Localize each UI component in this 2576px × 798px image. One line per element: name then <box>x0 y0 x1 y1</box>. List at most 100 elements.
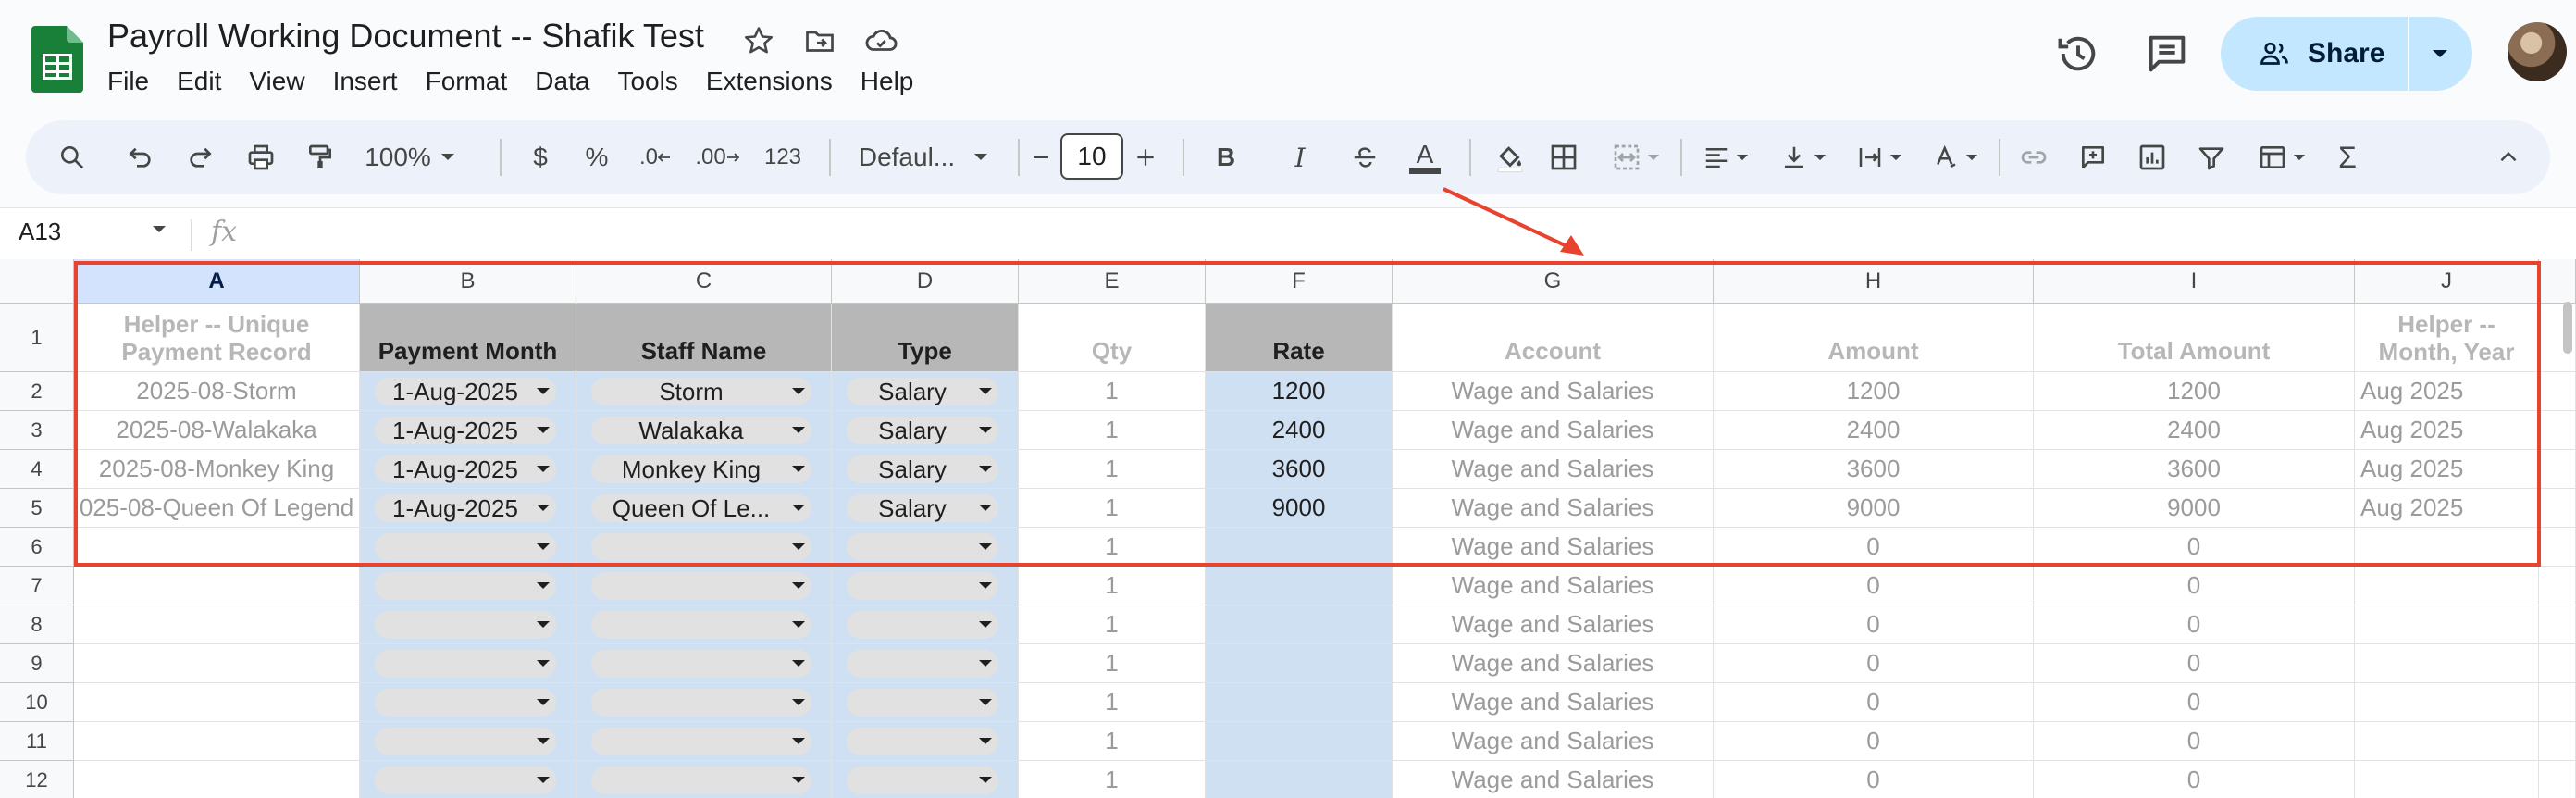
cell-a10[interactable] <box>74 683 360 722</box>
fill-color-icon[interactable] <box>1484 120 1536 194</box>
cell-h3[interactable]: 2400 <box>1714 411 2034 450</box>
dropdown-chip[interactable] <box>375 650 556 678</box>
more-formats-button[interactable]: 123 <box>753 120 812 194</box>
user-avatar[interactable] <box>2508 22 2567 81</box>
comments-icon[interactable] <box>2143 30 2191 78</box>
cell-f12[interactable] <box>1206 761 1393 798</box>
vertical-scrollbar[interactable] <box>2563 302 2572 354</box>
cell-c9[interactable] <box>576 644 832 683</box>
cell-g9[interactable]: Wage and Salaries <box>1393 644 1714 683</box>
cell-g2[interactable]: Wage and Salaries <box>1393 372 1714 411</box>
italic-button[interactable]: I <box>1277 120 1323 194</box>
cell-j7[interactable] <box>2355 567 2539 605</box>
cell-c5[interactable]: Queen Of Le... <box>576 489 832 528</box>
cell-e4[interactable]: 1 <box>1019 450 1206 489</box>
column-header-c[interactable]: C <box>576 259 832 304</box>
cell-e7[interactable]: 1 <box>1019 567 1206 605</box>
name-box[interactable]: A13 <box>19 218 61 246</box>
dropdown-chip[interactable] <box>375 533 556 561</box>
share-dropdown-button[interactable] <box>2409 17 2471 91</box>
row-header-12[interactable]: 12 <box>0 761 74 798</box>
menu-format[interactable]: Format <box>426 65 522 98</box>
increase-font-size-icon[interactable] <box>1127 120 1164 194</box>
cell-h6[interactable]: 0 <box>1714 528 2034 567</box>
dropdown-chip[interactable]: Salary <box>847 378 998 405</box>
dropdown-chip[interactable]: Walakaka <box>591 417 811 444</box>
column-header-a[interactable]: A <box>74 259 360 304</box>
cell-c11[interactable] <box>576 722 832 761</box>
cell-g6[interactable]: Wage and Salaries <box>1393 528 1714 567</box>
cell-g4[interactable]: Wage and Salaries <box>1393 450 1714 489</box>
cell-c10[interactable] <box>576 683 832 722</box>
cell-d8[interactable] <box>832 605 1019 644</box>
column-header-g[interactable]: G <box>1393 259 1714 304</box>
cell-d9[interactable] <box>832 644 1019 683</box>
cell-b7[interactable] <box>360 567 576 605</box>
cell-j4[interactable]: Aug 2025 <box>2355 450 2539 489</box>
percent-format-button[interactable]: % <box>574 120 620 194</box>
cell-b9[interactable] <box>360 644 576 683</box>
cell-h5[interactable]: 9000 <box>1714 489 2034 528</box>
row-header-6[interactable]: 6 <box>0 528 74 567</box>
cell-i9[interactable]: 0 <box>2034 644 2355 683</box>
cell-j10[interactable] <box>2355 683 2539 722</box>
strikethrough-icon[interactable] <box>1340 120 1390 194</box>
cell-d6[interactable] <box>832 528 1019 567</box>
cell-j6[interactable] <box>2355 528 2539 567</box>
cell-b12[interactable] <box>360 761 576 798</box>
row-header-1[interactable]: 1 <box>0 304 74 372</box>
insert-comment-icon[interactable] <box>2067 120 2119 194</box>
cell-c7[interactable] <box>576 567 832 605</box>
cell-e11[interactable]: 1 <box>1019 722 1206 761</box>
header-cell-d[interactable]: Type <box>832 304 1019 372</box>
header-cell-c[interactable]: Staff Name <box>576 304 832 372</box>
dropdown-chip[interactable] <box>847 611 998 639</box>
cell-h2[interactable]: 1200 <box>1714 372 2034 411</box>
search-menus-icon[interactable] <box>46 120 98 194</box>
cell-g8[interactable]: Wage and Salaries <box>1393 605 1714 644</box>
font-size-input[interactable]: 10 <box>1060 133 1123 180</box>
dropdown-chip[interactable] <box>375 611 556 639</box>
cell-j9[interactable] <box>2355 644 2539 683</box>
cell-i12[interactable]: 0 <box>2034 761 2355 798</box>
row-header-11[interactable]: 11 <box>0 722 74 761</box>
increase-decimal-button[interactable]: .00 <box>688 120 746 194</box>
cell-j3[interactable]: Aug 2025 <box>2355 411 2539 450</box>
cell-j12[interactable] <box>2355 761 2539 798</box>
cell-f2[interactable]: 1200 <box>1206 372 1393 411</box>
menu-edit[interactable]: Edit <box>177 65 235 98</box>
cell-h4[interactable]: 3600 <box>1714 450 2034 489</box>
share-button[interactable]: Share <box>2221 17 2472 91</box>
menu-view[interactable]: View <box>249 65 318 98</box>
column-header-d[interactable]: D <box>832 259 1019 304</box>
header-cell-a[interactable]: Helper -- Unique Payment Record <box>74 304 360 372</box>
dropdown-chip[interactable] <box>591 533 811 561</box>
dropdown-chip[interactable] <box>375 689 556 717</box>
column-header-b[interactable]: B <box>360 259 576 304</box>
text-color-button[interactable]: A <box>1399 120 1451 194</box>
cell-e9[interactable]: 1 <box>1019 644 1206 683</box>
dropdown-chip[interactable]: Queen Of Le... <box>591 494 811 522</box>
cell-a9[interactable] <box>74 644 360 683</box>
cell-a5[interactable]: 025-08-Queen Of Legend <box>74 489 360 528</box>
cell-b11[interactable] <box>360 722 576 761</box>
zoom-select[interactable]: 100% <box>359 120 461 194</box>
column-header-j[interactable]: J <box>2355 259 2539 304</box>
merge-cells-icon[interactable] <box>1599 120 1673 194</box>
header-cell-e[interactable]: Qty <box>1019 304 1206 372</box>
vertical-align-icon[interactable] <box>1769 120 1838 194</box>
cell-c12[interactable] <box>576 761 832 798</box>
column-header-e[interactable]: E <box>1019 259 1206 304</box>
header-cell-j[interactable]: Helper -- Month, Year <box>2355 304 2539 372</box>
cell-a3[interactable]: 2025-08-Walakaka <box>74 411 360 450</box>
cell-j2[interactable]: Aug 2025 <box>2355 372 2539 411</box>
cell-d3[interactable]: Salary <box>832 411 1019 450</box>
cell-i3[interactable]: 2400 <box>2034 411 2355 450</box>
cell-f10[interactable] <box>1206 683 1393 722</box>
cell-b10[interactable] <box>360 683 576 722</box>
cell-a8[interactable] <box>74 605 360 644</box>
cell-e2[interactable]: 1 <box>1019 372 1206 411</box>
cell-j5[interactable]: Aug 2025 <box>2355 489 2539 528</box>
dropdown-chip[interactable]: Salary <box>847 455 998 483</box>
cloud-status-icon[interactable] <box>862 22 899 59</box>
